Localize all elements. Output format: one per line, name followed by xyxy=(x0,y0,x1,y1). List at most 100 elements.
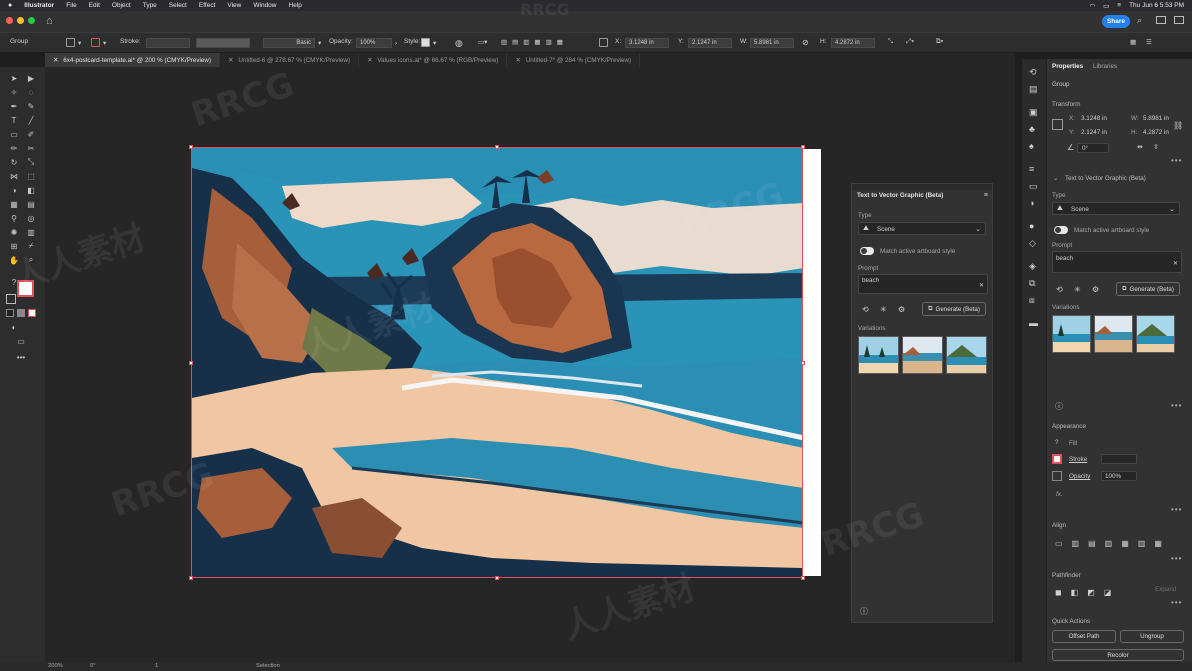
document-tab[interactable]: ✕ Untitled-6 @ 278.67 % (CMYK/Preview) xyxy=(220,53,360,67)
search-icon[interactable]: ⌕ xyxy=(1137,15,1142,26)
blend-tool-icon[interactable]: ◎ xyxy=(26,213,36,223)
reference-point-icon[interactable] xyxy=(599,38,608,47)
y-field[interactable]: 2.1247 in xyxy=(688,38,732,48)
zoom-tool-icon[interactable]: ⌕ xyxy=(26,255,36,265)
sample-style-icon[interactable]: ⟲ xyxy=(1056,285,1063,294)
generate-button[interactable]: ⧉ Generate (Beta) xyxy=(1116,282,1180,296)
hand-tool-icon[interactable]: ✋ xyxy=(9,255,19,265)
live-paint-tool-icon[interactable]: ◧ xyxy=(26,185,36,195)
beach-scene-artwork[interactable] xyxy=(191,147,803,578)
magic-wand-tool-icon[interactable]: ✧ xyxy=(9,87,19,97)
artboards-icon[interactable]: ⧉ xyxy=(1029,278,1035,289)
close-window-icon[interactable] xyxy=(6,17,13,24)
sample-style-icon[interactable]: ⟲ xyxy=(862,305,869,314)
appearance-icon[interactable]: ● xyxy=(1029,221,1034,231)
artboard-tool-icon[interactable]: ⊞ xyxy=(9,241,19,251)
variation-thumbnail[interactable] xyxy=(902,336,943,374)
gradient-panel-icon[interactable]: ▭ xyxy=(1029,181,1038,192)
warp-icon[interactable]: ⤢▾ xyxy=(906,38,914,46)
current-tool[interactable]: Selection xyxy=(256,663,280,669)
constrain-proportions-icon[interactable]: ⊘ xyxy=(802,38,809,47)
stroke-panel-icon[interactable]: ≡ xyxy=(1029,164,1034,174)
brushes-icon[interactable]: ♣ xyxy=(1029,124,1035,134)
symbols-icon[interactable]: ♠ xyxy=(1029,141,1034,151)
pencil-tool-icon[interactable]: ✏ xyxy=(9,143,19,153)
zoom-window-icon[interactable] xyxy=(28,17,35,24)
brush-definition[interactable]: Basic ▾ xyxy=(263,38,321,48)
graphic-style-swatch[interactable]: ▾ xyxy=(421,38,436,47)
menu-help[interactable]: Help xyxy=(289,2,302,9)
ungroup-button[interactable]: Ungroup xyxy=(1120,630,1184,643)
graphic-styles-icon[interactable]: ◇ xyxy=(1029,238,1036,249)
panel-menu-icon[interactable]: ☰ xyxy=(1146,38,1152,46)
stroke-color-icon[interactable] xyxy=(17,280,34,297)
document-tab[interactable]: ✕ 6x4-postcard-template.ai* @ 200 % (CMYK… xyxy=(45,53,221,67)
close-tab-icon[interactable]: ✕ xyxy=(228,57,233,64)
stroke-weight-field[interactable] xyxy=(1101,454,1137,464)
battery-icon[interactable]: ▭ xyxy=(1103,2,1109,10)
stroke-weight-stepper[interactable] xyxy=(146,38,190,48)
menu-select[interactable]: Select xyxy=(169,2,187,9)
w-field[interactable]: 5.8981 in xyxy=(750,38,794,48)
rotate-view[interactable]: 0° xyxy=(90,663,96,669)
more-options-icon[interactable]: ••• xyxy=(1171,401,1182,410)
comments-icon[interactable]: ▬ xyxy=(1029,318,1038,328)
libraries-icon[interactable]: ▣ xyxy=(1029,107,1038,118)
rotate-tool-icon[interactable]: ↻ xyxy=(9,157,19,167)
zoom-level[interactable]: 200% xyxy=(48,663,63,669)
free-transform-tool-icon[interactable]: ⬚ xyxy=(26,171,36,181)
clear-prompt-icon[interactable]: ✕ xyxy=(979,282,984,289)
menu-object[interactable]: Object xyxy=(112,2,131,9)
variable-width-profile[interactable] xyxy=(196,38,250,48)
menu-view[interactable]: View xyxy=(227,2,241,9)
recolor-icon[interactable]: ◍ xyxy=(455,38,463,49)
stroke-swatch[interactable]: ▾ xyxy=(91,38,106,47)
variation-thumbnail[interactable] xyxy=(946,336,987,374)
arrange-documents-icon[interactable] xyxy=(1174,16,1184,24)
h-field[interactable]: 4.2872 in xyxy=(1143,129,1169,136)
wifi-icon[interactable]: ◠ xyxy=(1089,2,1095,10)
info-icon[interactable]: ⓘ xyxy=(860,606,868,617)
selection-handle[interactable] xyxy=(801,361,805,365)
fill-swatch-icon[interactable]: ? xyxy=(1055,439,1059,446)
selection-handle[interactable] xyxy=(189,576,193,580)
scissors-tool-icon[interactable]: ✂ xyxy=(26,143,36,153)
fill-swatch[interactable]: ▾ xyxy=(66,38,81,47)
pathfinder-buttons[interactable]: ◼◧◩◪ xyxy=(1055,588,1120,597)
screen-mode-icon[interactable]: ▭ xyxy=(16,336,26,346)
none-mode-icon[interactable] xyxy=(28,309,36,317)
y-field[interactable]: 2.1247 in xyxy=(1081,129,1107,136)
menu-type[interactable]: Type xyxy=(143,2,157,9)
workspace-icon[interactable] xyxy=(1156,16,1166,24)
reference-point-icon[interactable] xyxy=(1052,119,1063,130)
recolor-button[interactable]: Recolor xyxy=(1052,649,1184,661)
tab-properties[interactable]: Properties xyxy=(1052,63,1083,70)
align-buttons[interactable]: ▥▤▥▦▥▦ xyxy=(501,38,568,46)
stroke-swatch-icon[interactable] xyxy=(1052,454,1062,464)
selection-handle[interactable] xyxy=(189,145,193,149)
color-mode-icon[interactable] xyxy=(6,309,14,317)
selection-tool-icon[interactable]: ➤ xyxy=(9,73,19,83)
chevron-down-icon[interactable]: ⌄ xyxy=(1053,175,1058,182)
edit-toolbar-icon[interactable]: ••• xyxy=(16,352,26,362)
document-tab[interactable]: ✕ Values icons.ai* @ 66.67 % (RGB/Preview… xyxy=(359,53,508,67)
menu-edit[interactable]: Edit xyxy=(89,2,100,9)
h-field[interactable]: 4.2872 in xyxy=(831,38,875,48)
opacity-field[interactable]: 100% xyxy=(1101,471,1137,481)
shape-builder-tool-icon[interactable]: ◑ xyxy=(9,185,19,195)
lasso-tool-icon[interactable]: ◌ xyxy=(26,87,36,97)
close-tab-icon[interactable]: ✕ xyxy=(53,57,58,64)
prompt-input[interactable]: beach ✕ xyxy=(1052,251,1182,273)
type-dropdown[interactable]: ⛰ Scene ⌄ xyxy=(1052,202,1180,215)
rotate-field[interactable]: 0° xyxy=(1077,143,1109,153)
layers-icon[interactable]: ◈ xyxy=(1029,261,1036,272)
slice-tool-icon[interactable]: ⌿ xyxy=(26,241,36,251)
apple-icon[interactable]: ● xyxy=(8,2,12,9)
match-artboard-toggle[interactable] xyxy=(1054,226,1068,234)
home-icon[interactable]: ⌂ xyxy=(46,15,53,27)
fill-color-icon[interactable] xyxy=(6,294,16,304)
selection-handle[interactable] xyxy=(495,145,499,149)
expand-button[interactable]: Expand xyxy=(1155,586,1176,593)
document-tab[interactable]: ✕ Untitled-7* @ 284 % (CMYK/Preview) xyxy=(507,53,641,67)
stroke-label[interactable]: Stroke xyxy=(1069,456,1087,463)
